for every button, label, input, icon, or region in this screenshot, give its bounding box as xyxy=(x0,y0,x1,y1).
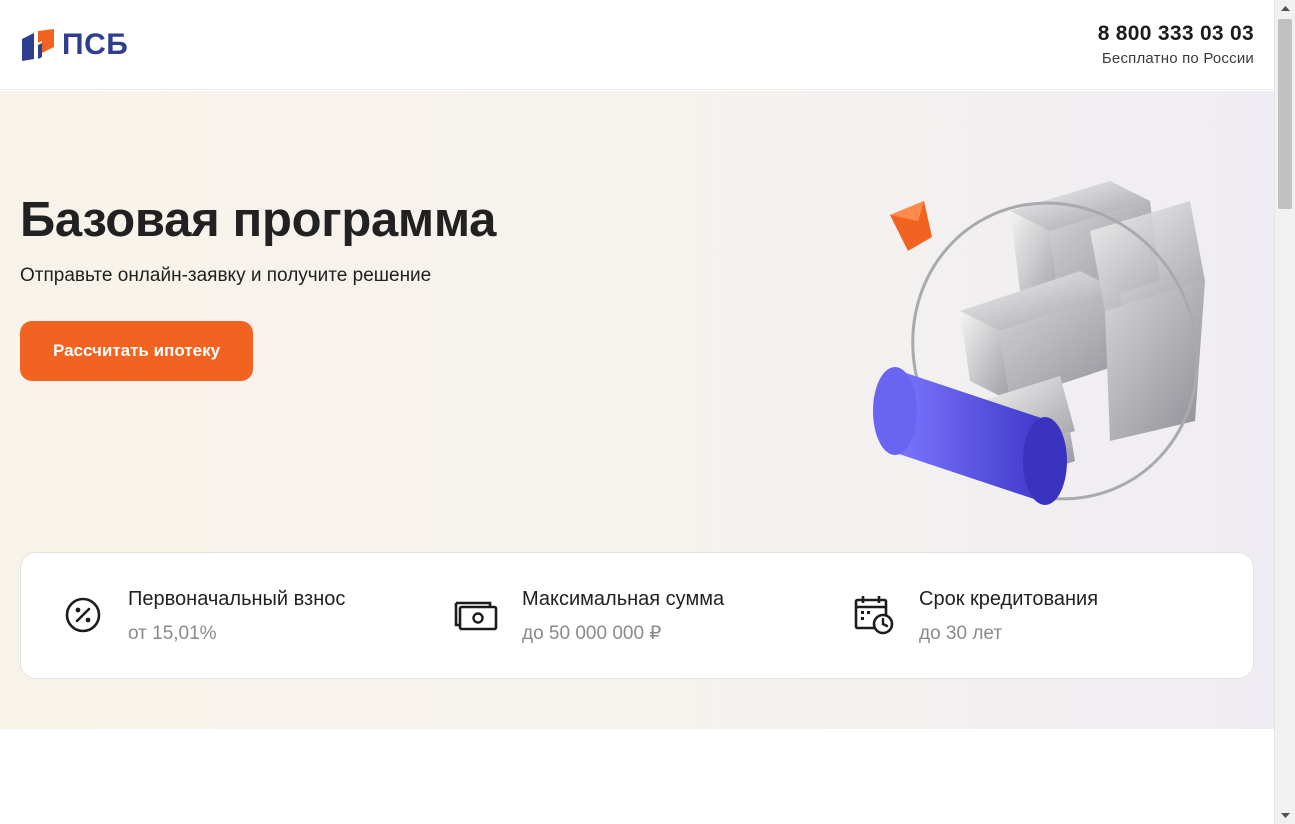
info-value: от 15,01% xyxy=(128,623,217,644)
psb-logo[interactable]: ПСБ xyxy=(20,27,128,63)
contact-block: 8 800 333 03 03 Бесплатно по России xyxy=(1098,21,1254,70)
info-title: Первоначальный взнос xyxy=(128,588,346,610)
page-title: Базовая программа xyxy=(20,193,497,247)
mortgage-terms-card: Первоначальный взнос от 15,01% Максималь… xyxy=(20,552,1254,679)
info-title: Максимальная сумма xyxy=(522,588,725,610)
percent-icon xyxy=(65,597,101,633)
phone-link[interactable]: 8 800 333 03 03 xyxy=(1098,21,1254,47)
calculate-mortgage-button[interactable]: Рассчитать ипотеку xyxy=(20,321,253,381)
info-title: Срок кредитования xyxy=(919,588,1099,610)
info-value: до 50 000 000 ₽ xyxy=(522,623,662,644)
scrollbar-thumb[interactable] xyxy=(1278,19,1292,209)
psb-logo-mark-icon xyxy=(22,29,54,61)
phone-note: Бесплатно по России xyxy=(1101,50,1254,67)
page: ПСБ 8 800 333 03 03 Бесплатно по России … xyxy=(0,0,1274,824)
site-header: ПСБ 8 800 333 03 03 Бесплатно по России xyxy=(0,0,1274,90)
hero-section: Базовая программа Отправьте онлайн-заявк… xyxy=(0,91,1274,729)
vertical-scrollbar[interactable] xyxy=(1274,0,1295,824)
house-sculpture-illustration xyxy=(873,181,1205,505)
hero-subtitle: Отправьте онлайн-заявку и получите решен… xyxy=(20,265,432,286)
scroll-up-arrow-icon[interactable] xyxy=(1275,0,1295,18)
calendar-clock-icon xyxy=(854,596,894,635)
banknote-icon xyxy=(454,601,498,631)
logo-text: ПСБ xyxy=(62,28,129,61)
info-value: до 30 лет xyxy=(919,623,1003,644)
scroll-down-arrow-icon[interactable] xyxy=(1275,806,1295,824)
